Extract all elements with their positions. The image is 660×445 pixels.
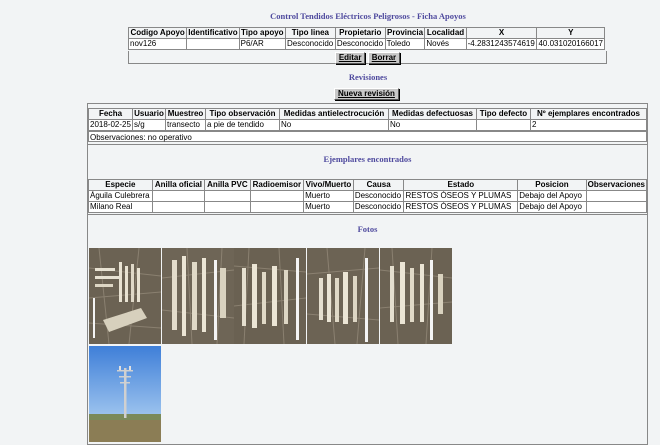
- codigo-apoyo-value: nov126: [127, 38, 188, 50]
- y-value: 40.031020166017: [536, 38, 605, 50]
- col-tipo-defecto: Tipo defecto: [476, 108, 531, 120]
- radioemisor-value: [249, 190, 305, 202]
- tipo-linea-value: Desconocido: [284, 38, 336, 50]
- posicion-value: Debajo del Apoyo: [517, 201, 587, 213]
- col-causa: Causa: [352, 179, 405, 191]
- radioemisor-value: [249, 201, 305, 213]
- revisiones-table: Fecha Usuario Muestreo Tipo observación …: [88, 108, 647, 131]
- muestreo-value: transecto: [165, 119, 206, 131]
- especie-value: Águila Culebrera: [88, 190, 153, 202]
- localidad-value: Novés: [424, 38, 467, 50]
- bones-photo[interactable]: [162, 248, 234, 344]
- apoyo-table: Codigo Apoyo Identificativo Tipo apoyo T…: [127, 27, 605, 50]
- col-identificativo: Identificativo: [186, 27, 240, 39]
- estado-value: RESTOS ÓSEOS Y PLUMAS: [403, 190, 519, 202]
- anilla-pvc-value: [204, 190, 251, 202]
- fecha-value: 2018-02-25: [88, 119, 133, 131]
- col-medidas-defectuosas: Medidas defectuosas: [388, 108, 477, 120]
- observaciones-value: [585, 201, 648, 213]
- revisiones-panel: Fecha Usuario Muestreo Tipo observación …: [87, 103, 648, 445]
- posicion-value: Debajo del Apoyo: [517, 190, 587, 202]
- col-medidas-antielectrocucion: Medidas antielectrocución: [279, 108, 389, 120]
- pylon-photo[interactable]: [89, 346, 161, 442]
- ejemplares-section: Ejemplares encontrados Especie Anilla of…: [88, 144, 648, 215]
- provincia-value: Toledo: [384, 38, 426, 50]
- apoyo-actions: Editar Borrar: [128, 51, 607, 64]
- table-row[interactable]: Águila Culebrera Muerto Desconocido REST…: [88, 190, 648, 202]
- page-title: Control Tendidos Eléctricos Peligrosos -…: [270, 11, 466, 21]
- col-provincia: Provincia: [384, 27, 426, 39]
- especie-value: Milano Real: [88, 201, 153, 213]
- col-localidad: Localidad: [424, 27, 467, 39]
- ejemplares-header-row: Especie Anilla oficial Anilla PVC Radioe…: [88, 179, 648, 191]
- col-posicion: Posicion: [517, 179, 587, 191]
- col-vivo-muerto: Vivo/Muerto: [303, 179, 354, 191]
- bones-photo[interactable]: [380, 248, 452, 344]
- table-row[interactable]: Milano Real Muerto Desconocido RESTOS ÓS…: [88, 201, 648, 213]
- usuario-value: s/g: [132, 119, 166, 131]
- propietario-value: Desconocido: [334, 38, 386, 50]
- col-anilla-pvc: Anilla PVC: [204, 179, 251, 191]
- col-radioemisor: Radioemisor: [249, 179, 305, 191]
- tipo-defecto-value: [476, 119, 531, 131]
- edit-button[interactable]: Editar: [334, 52, 366, 64]
- anilla-oficial-value: [151, 201, 206, 213]
- bones-photo[interactable]: [234, 248, 306, 344]
- vivo-muerto-value: Muerto: [303, 190, 354, 202]
- new-review-button[interactable]: Nueva revisión: [334, 88, 399, 100]
- causa-value: Desconocido: [352, 201, 405, 213]
- col-fecha: Fecha: [88, 108, 133, 120]
- x-value: -4.2831243574619: [465, 38, 538, 50]
- col-observaciones: Observaciones: [585, 179, 648, 191]
- table-row[interactable]: 2018-02-25 s/g transecto a pie de tendid…: [88, 119, 647, 131]
- estado-value: RESTOS ÓSEOS Y PLUMAS: [403, 201, 519, 213]
- col-tipo-linea: Tipo linea: [284, 27, 336, 39]
- delete-button[interactable]: Borrar: [367, 52, 401, 64]
- medidas-antielectrocucion-value: No: [279, 119, 389, 131]
- col-anilla-oficial: Anilla oficial: [151, 179, 206, 191]
- anilla-oficial-value: [151, 190, 206, 202]
- tipo-apoyo-value: P6/AR: [238, 38, 286, 50]
- vivo-muerto-value: Muerto: [303, 201, 354, 213]
- col-codigo-apoyo: Codigo Apoyo: [127, 27, 188, 39]
- ejemplares-count-value: 2: [530, 119, 647, 131]
- col-usuario: Usuario: [132, 108, 166, 120]
- revisiones-header-row: Fecha Usuario Muestreo Tipo observación …: [88, 108, 647, 120]
- revisiones-title: Revisiones: [348, 72, 388, 82]
- col-ejemplares-encontrados: Nº ejemplares encontrados: [530, 108, 647, 120]
- fotos-title: Fotos: [357, 224, 378, 234]
- anilla-pvc-value: [204, 201, 251, 213]
- table-row: nov126 P6/AR Desconocido Desconocido Tol…: [127, 38, 605, 50]
- col-estado: Estado: [403, 179, 519, 191]
- col-muestreo: Muestreo: [165, 108, 206, 120]
- col-tipo-observacion: Tipo observación: [205, 108, 280, 120]
- causa-value: Desconocido: [352, 190, 405, 202]
- identificativo-value: [186, 38, 240, 50]
- apoyo-header-row: Codigo Apoyo Identificativo Tipo apoyo T…: [127, 27, 605, 39]
- medidas-defectuosas-value: No: [388, 119, 477, 131]
- observaciones-value: [585, 190, 648, 202]
- ejemplares-title: Ejemplares encontrados: [323, 154, 412, 164]
- tipo-observacion-value: a pie de tendido: [205, 119, 280, 131]
- col-propietario: Propietario: [334, 27, 386, 39]
- col-x: X: [465, 27, 538, 39]
- col-y: Y: [536, 27, 605, 39]
- observaciones-text: Observaciones: no operativo: [88, 131, 647, 142]
- ejemplares-table: Especie Anilla oficial Anilla PVC Radioe…: [88, 179, 648, 213]
- col-tipo-apoyo: Tipo apoyo: [238, 27, 286, 39]
- bones-photo[interactable]: [307, 248, 379, 344]
- col-especie: Especie: [88, 179, 153, 191]
- bones-photo[interactable]: [89, 248, 161, 344]
